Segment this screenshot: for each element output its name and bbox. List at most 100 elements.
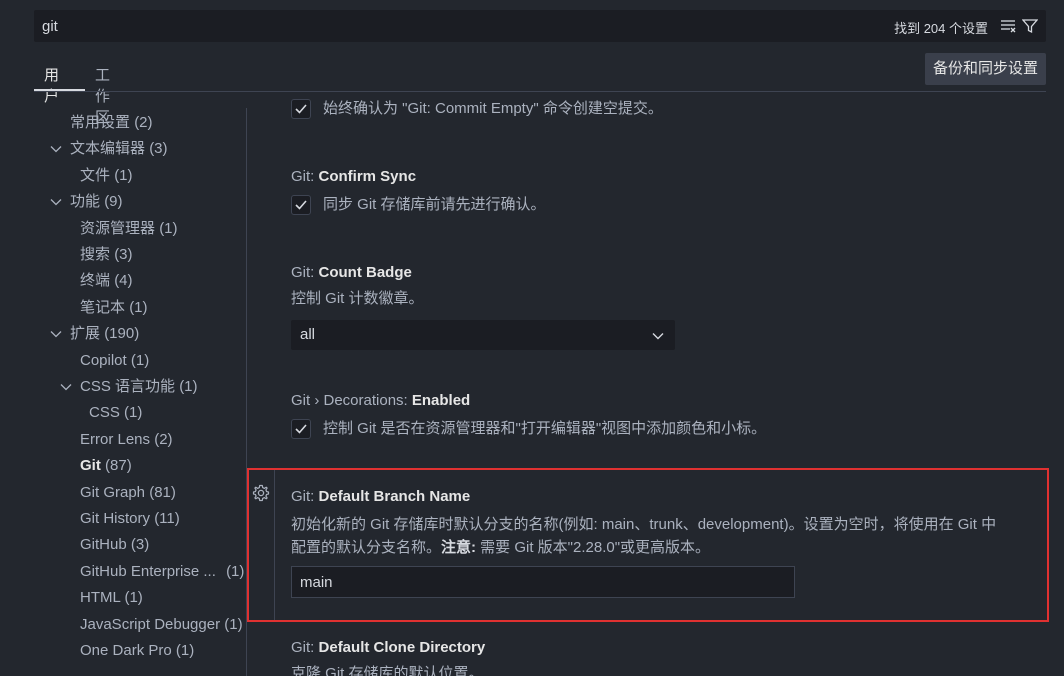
toc-label: 终端: [80, 272, 111, 289]
toc-count: (9): [104, 193, 123, 210]
toc-label: 资源管理器: [80, 220, 156, 237]
toc-label: CSS 语言功能: [80, 378, 176, 395]
toc-count: (2): [154, 431, 173, 448]
setting-label: 始终确认为 "Git: Commit Empty" 命令创建空提交。: [323, 100, 663, 117]
checkbox[interactable]: [291, 195, 311, 215]
toc-item-terminal[interactable]: 终端 (4): [80, 269, 133, 293]
setting-category: Git › Decorations:: [291, 392, 412, 409]
focused-setting-divider: [274, 470, 275, 620]
toc-count: (11): [154, 510, 180, 527]
select-value: all: [300, 326, 316, 343]
settings-list: 始终确认为 "Git: Commit Empty" 命令创建空提交。 Git: …: [247, 92, 1064, 676]
checkbox[interactable]: [291, 99, 311, 119]
setting-name: Default Branch Name: [318, 488, 471, 505]
toc-count: (2): [134, 114, 153, 131]
toc-item-error-lens[interactable]: Error Lens (2): [80, 428, 173, 452]
setting-category: Git:: [291, 488, 319, 505]
count-badge-select[interactable]: all: [291, 320, 675, 350]
chevron-down-icon[interactable]: [49, 195, 63, 209]
setting-name: Default Clone Directory: [318, 639, 486, 656]
setting-confirm-sync: Git: Confirm Sync 同步 Git 存储库前请先进行确认。: [291, 166, 1051, 218]
backup-sync-button[interactable]: 备份和同步设置: [925, 53, 1046, 85]
search-input[interactable]: [42, 16, 742, 36]
toc-count: (1): [124, 589, 143, 606]
toc-count: (1): [179, 378, 198, 395]
toc-item-explorer[interactable]: 资源管理器 (1): [80, 217, 178, 241]
toc-label: One Dark Pro: [80, 642, 172, 659]
toc-item-one-dark-pro[interactable]: One Dark Pro (1): [80, 639, 194, 663]
toc-item-copilot[interactable]: Copilot (1): [80, 349, 149, 373]
toc-count: (190): [104, 325, 140, 342]
toc-label: 文本编辑器: [70, 140, 146, 157]
description-text: 配置的默认分支名称。: [291, 539, 442, 556]
gear-icon[interactable]: [252, 484, 270, 502]
checkbox[interactable]: [291, 419, 311, 439]
toc-count: (3): [114, 246, 133, 263]
toc-count: (87): [105, 457, 132, 474]
toc-label: GitHub: [80, 536, 127, 553]
toc-item-github[interactable]: GitHub (3): [80, 533, 149, 557]
toc-item-git-history[interactable]: Git History (11): [80, 507, 180, 531]
setting-title: Git › Decorations: Enabled: [291, 390, 1051, 412]
toc-item-git-graph[interactable]: Git Graph (81): [80, 481, 176, 505]
toc-count: (1): [226, 563, 245, 580]
toc-item-notebook[interactable]: 笔记本 (1): [80, 296, 148, 320]
toc-label: Error Lens: [80, 431, 151, 448]
toc-item-css-language[interactable]: CSS 语言功能 (1): [80, 375, 198, 399]
toc-item-common[interactable]: 常用设置 (2): [70, 111, 153, 135]
toc-item-git[interactable]: Git (87): [80, 454, 132, 478]
chevron-down-icon[interactable]: [49, 327, 63, 341]
toc-label: GitHub Enterprise ...: [80, 563, 216, 580]
setting-category: Git:: [291, 639, 319, 656]
toc-count: (1): [124, 404, 143, 421]
checkmark-icon: [295, 104, 307, 114]
toc-item-js-debugger[interactable]: JavaScript Debugger (1): [80, 613, 243, 637]
toc-label: Git: [80, 457, 101, 474]
toc-count: (1): [114, 167, 133, 184]
toc-label: 扩展: [70, 325, 101, 342]
setting-decorations-enabled: Git › Decorations: Enabled 控制 Git 是否在资源管…: [291, 390, 1051, 442]
description-text: 需要 Git 版本"2.28.0"或更高版本。: [476, 539, 711, 556]
toc-item-files[interactable]: 文件 (1): [80, 164, 133, 188]
toc-count: (81): [149, 484, 176, 501]
setting-category: Git:: [291, 264, 319, 281]
setting-label: 同步 Git 存储库前请先进行确认。: [323, 196, 546, 213]
setting-title: Git: Default Branch Name: [291, 486, 1051, 508]
toc-item-features[interactable]: 功能 (9): [70, 190, 123, 214]
toc-count: (1): [130, 352, 150, 369]
toc-label: Git Graph: [80, 484, 146, 501]
setting-description: 克隆 Git 存储库的默认位置。: [291, 665, 484, 676]
search-result-count: 找到 204 个设置: [894, 21, 988, 36]
toc-count: (4): [114, 272, 133, 289]
chevron-down-icon[interactable]: [59, 380, 73, 394]
toc-item-search[interactable]: 搜索 (3): [80, 243, 133, 267]
description-note: 注意:: [441, 539, 477, 556]
setting-name: Confirm Sync: [318, 168, 417, 185]
setting-count-badge: Git: Count Badge 控制 Git 计数徽章。 all: [291, 262, 1051, 350]
toc-item-text-editor[interactable]: 文本编辑器 (3): [70, 137, 168, 161]
setting-name: Enabled: [411, 392, 471, 409]
checkmark-icon: [295, 200, 307, 210]
setting-title: Git: Count Badge: [291, 262, 1051, 284]
toc-item-github-enterprise[interactable]: GitHub Enterprise ... (1): [80, 560, 244, 584]
toc-count: (1): [175, 642, 195, 659]
tab-user[interactable]: 用户: [44, 64, 59, 106]
toc-label: 功能: [70, 193, 101, 210]
toc-item-html[interactable]: HTML (1): [80, 586, 143, 610]
toc-label: 文件: [80, 167, 111, 184]
description-line: 配置的默认分支名称。注意: 需要 Git 版本"2.28.0"或更高版本。: [291, 536, 1051, 559]
default-branch-input[interactable]: [291, 566, 795, 598]
clear-filter-icon[interactable]: [1000, 19, 1016, 33]
setting-category: Git:: [291, 168, 319, 185]
filter-icon[interactable]: [1022, 18, 1038, 34]
settings-search-bar[interactable]: 找到 204 个设置: [34, 10, 1046, 42]
toc-label: HTML: [80, 589, 121, 606]
toc-count: (3): [130, 536, 150, 553]
toc-item-css[interactable]: CSS (1): [89, 401, 142, 425]
description-line: 初始化新的 Git 存储库时默认分支的名称(例如: main、trunk、dev…: [291, 516, 997, 533]
toc-item-extensions[interactable]: 扩展 (190): [70, 322, 139, 346]
chevron-down-icon[interactable]: [49, 142, 63, 156]
toc-label: 搜索: [80, 246, 111, 263]
setting-confirm-empty-commits: 始终确认为 "Git: Commit Empty" 命令创建空提交。: [291, 96, 1051, 122]
setting-title: Git: Default Clone Directory: [291, 637, 1051, 659]
